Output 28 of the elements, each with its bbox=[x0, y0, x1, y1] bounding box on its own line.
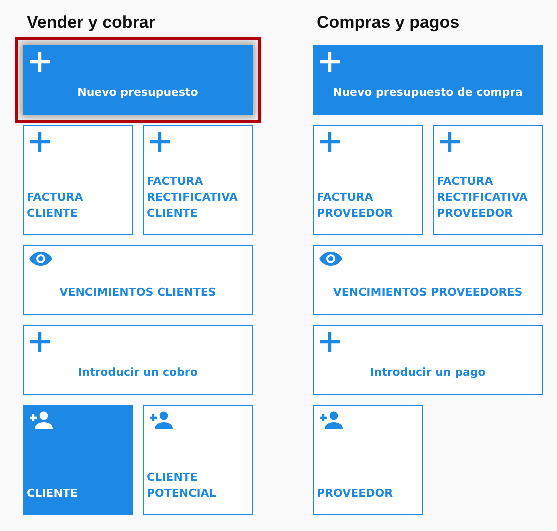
plus-icon bbox=[439, 131, 461, 153]
section-title: Vender y cobrar bbox=[27, 13, 157, 33]
eye-icon bbox=[29, 251, 53, 267]
action-tile[interactable]: FACTURA CLIENTE bbox=[23, 125, 133, 235]
action-tile[interactable]: Introducir un cobro bbox=[23, 325, 253, 395]
action-tile[interactable]: FACTURA PROVEEDOR bbox=[313, 125, 423, 235]
plus-icon bbox=[319, 51, 341, 73]
eye-icon bbox=[319, 251, 343, 267]
action-tile[interactable]: CLIENTE POTENCIAL bbox=[143, 405, 253, 515]
plus-icon bbox=[149, 131, 171, 153]
action-tile[interactable]: CLIENTE bbox=[23, 405, 133, 515]
add-person-icon bbox=[319, 411, 343, 429]
action-tile[interactable]: PROVEEDOR bbox=[313, 405, 423, 515]
action-tile[interactable]: Nuevo presupuesto de compra bbox=[313, 45, 543, 115]
action-tile[interactable]: VENCIMIENTOS CLIENTES bbox=[23, 245, 253, 315]
plus-icon bbox=[29, 131, 51, 153]
action-tile[interactable]: VENCIMIENTOS PROVEEDORES bbox=[313, 245, 543, 315]
plus-icon bbox=[29, 331, 51, 353]
action-tile[interactable]: FACTURA RECTIFICATIVA CLIENTE bbox=[143, 125, 253, 235]
add-person-icon bbox=[149, 411, 173, 429]
action-tile[interactable]: Nuevo presupuesto bbox=[23, 45, 253, 115]
add-person-icon bbox=[29, 411, 53, 429]
plus-icon bbox=[319, 331, 341, 353]
action-tile[interactable]: FACTURA RECTIFICATIVA PROVEEDOR bbox=[433, 125, 543, 235]
section-title: Compras y pagos bbox=[317, 13, 461, 33]
action-tile[interactable]: Introducir un pago bbox=[313, 325, 543, 395]
plus-icon bbox=[29, 51, 51, 73]
plus-icon bbox=[319, 131, 341, 153]
